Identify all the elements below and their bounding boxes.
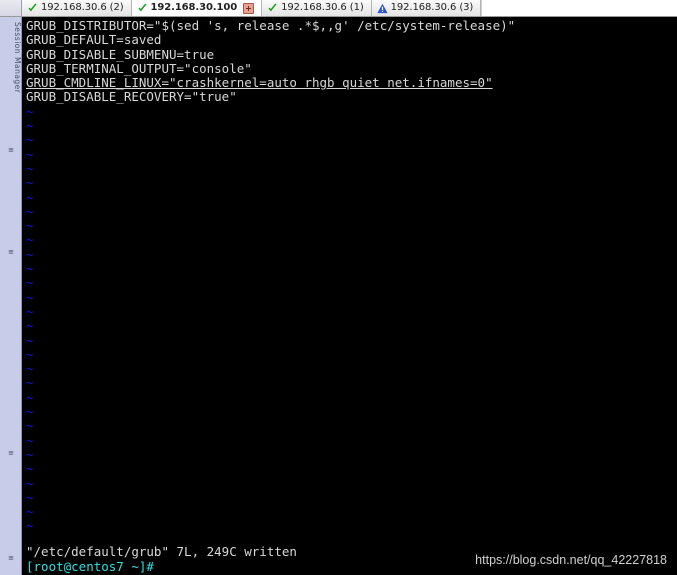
- tab-list: 192.168.30.6 (2) 192.168.30.100 192.168.30…: [22, 0, 677, 16]
- vim-empty-line-marker: ~: [26, 504, 34, 520]
- vim-empty-line-marker: ~: [26, 475, 34, 491]
- vim-empty-line-marker: ~: [26, 203, 34, 219]
- tab-bar: 192.168.30.6 (2) 192.168.30.100 192.168.30…: [0, 0, 677, 17]
- vim-empty-line-marker: ~: [26, 432, 34, 448]
- check-icon: [27, 3, 38, 14]
- vim-status-line: "/etc/default/grub" 7L, 249C written: [26, 543, 297, 559]
- tab-label: 192.168.30.100: [150, 2, 238, 13]
- terminal-line-0: GRUB_DISTRIBUTOR="$(sed 's, release .*$,…: [26, 18, 516, 33]
- vim-empty-line-marker: ~: [26, 303, 34, 319]
- vim-empty-line-marker: ~: [26, 146, 34, 162]
- vim-empty-line-marker: ~: [26, 446, 34, 462]
- vim-empty-line-marker: ~: [26, 175, 34, 191]
- vim-empty-line-marker: ~: [26, 189, 34, 205]
- vim-empty-line-marker: ~: [26, 418, 34, 434]
- sidebar-mark: ≡: [8, 449, 14, 457]
- terminal-line-2: GRUB_DISABLE_SUBMENU=true: [26, 46, 215, 62]
- tab-bar-left-stub: [0, 0, 22, 16]
- vim-empty-line-marker: ~: [26, 132, 34, 148]
- tab-2[interactable]: 192.168.30.6 (1): [262, 0, 372, 16]
- vim-empty-line-marker: ~: [26, 289, 34, 305]
- tab-label: 192.168.30.6 (2): [41, 2, 124, 13]
- vim-empty-line-marker: ~: [26, 246, 34, 262]
- vim-empty-line-marker: ~: [26, 375, 34, 391]
- vim-empty-line-marker: ~: [26, 332, 34, 348]
- session-manager-sidebar[interactable]: Session Manager ≡ ≡ ≡ ≡: [0, 17, 22, 575]
- vim-empty-line-marker: ~: [26, 232, 34, 248]
- vim-empty-line-marker: ~: [26, 275, 34, 291]
- vim-empty-line-marker: ~: [26, 160, 34, 176]
- close-icon[interactable]: [243, 2, 255, 14]
- vim-empty-line-marker: ~: [26, 461, 34, 477]
- tab-0[interactable]: 192.168.30.6 (2): [22, 0, 132, 16]
- tab-3[interactable]: 192.168.30.6 (3): [371, 0, 482, 16]
- shell-prompt: [root@centos7 ~]#: [26, 558, 154, 574]
- terminal-line-5: GRUB_DISABLE_RECOVERY="true": [26, 89, 237, 105]
- warning-icon: [377, 3, 388, 14]
- terminal-window: 192.168.30.6 (2) 192.168.30.100 192.168.30…: [0, 0, 677, 575]
- tab-1[interactable]: 192.168.30.100: [131, 0, 263, 16]
- vim-empty-line-marker: ~: [26, 489, 34, 505]
- vim-empty-line-marker: ~: [26, 346, 34, 362]
- vim-empty-line-marker: ~: [26, 518, 34, 534]
- vim-empty-line-marker: ~: [26, 103, 34, 119]
- sidebar-mark: ≡: [8, 146, 14, 154]
- session-manager-label: Session Manager: [13, 22, 22, 94]
- vim-empty-line-marker: ~: [26, 261, 34, 277]
- terminal-line-3: GRUB_TERMINAL_OUTPUT="console": [26, 60, 252, 76]
- vim-empty-line-marker: ~: [26, 389, 34, 405]
- vim-empty-line-marker: ~: [26, 404, 34, 420]
- terminal-line-1: GRUB_DEFAULT=saved: [26, 32, 162, 48]
- vim-empty-line-marker: ~: [26, 318, 34, 334]
- terminal-buffer: GRUB_DISTRIBUTOR="$(sed 's, release .*$,…: [26, 18, 677, 575]
- terminal-screen[interactable]: GRUB_DISTRIBUTOR="$(sed 's, release .*$,…: [23, 17, 677, 575]
- vim-empty-line-marker: ~: [26, 118, 34, 134]
- terminal-line-4: GRUB_CMDLINE_LINUX="crashkernel=auto rhg…: [26, 75, 493, 91]
- sidebar-mark: ≡: [8, 554, 14, 562]
- tab-label: 192.168.30.6 (1): [281, 2, 364, 13]
- watermark-text: https://blog.csdn.net/qq_42227818: [475, 552, 667, 567]
- vim-empty-line-marker: ~: [26, 361, 34, 377]
- check-icon: [137, 3, 148, 14]
- tab-bar-empty-area: [481, 0, 677, 16]
- vim-empty-line-marker: ~: [26, 218, 34, 234]
- tab-label: 192.168.30.6 (3): [390, 2, 474, 13]
- check-icon: [267, 3, 278, 14]
- sidebar-mark: ≡: [8, 248, 14, 256]
